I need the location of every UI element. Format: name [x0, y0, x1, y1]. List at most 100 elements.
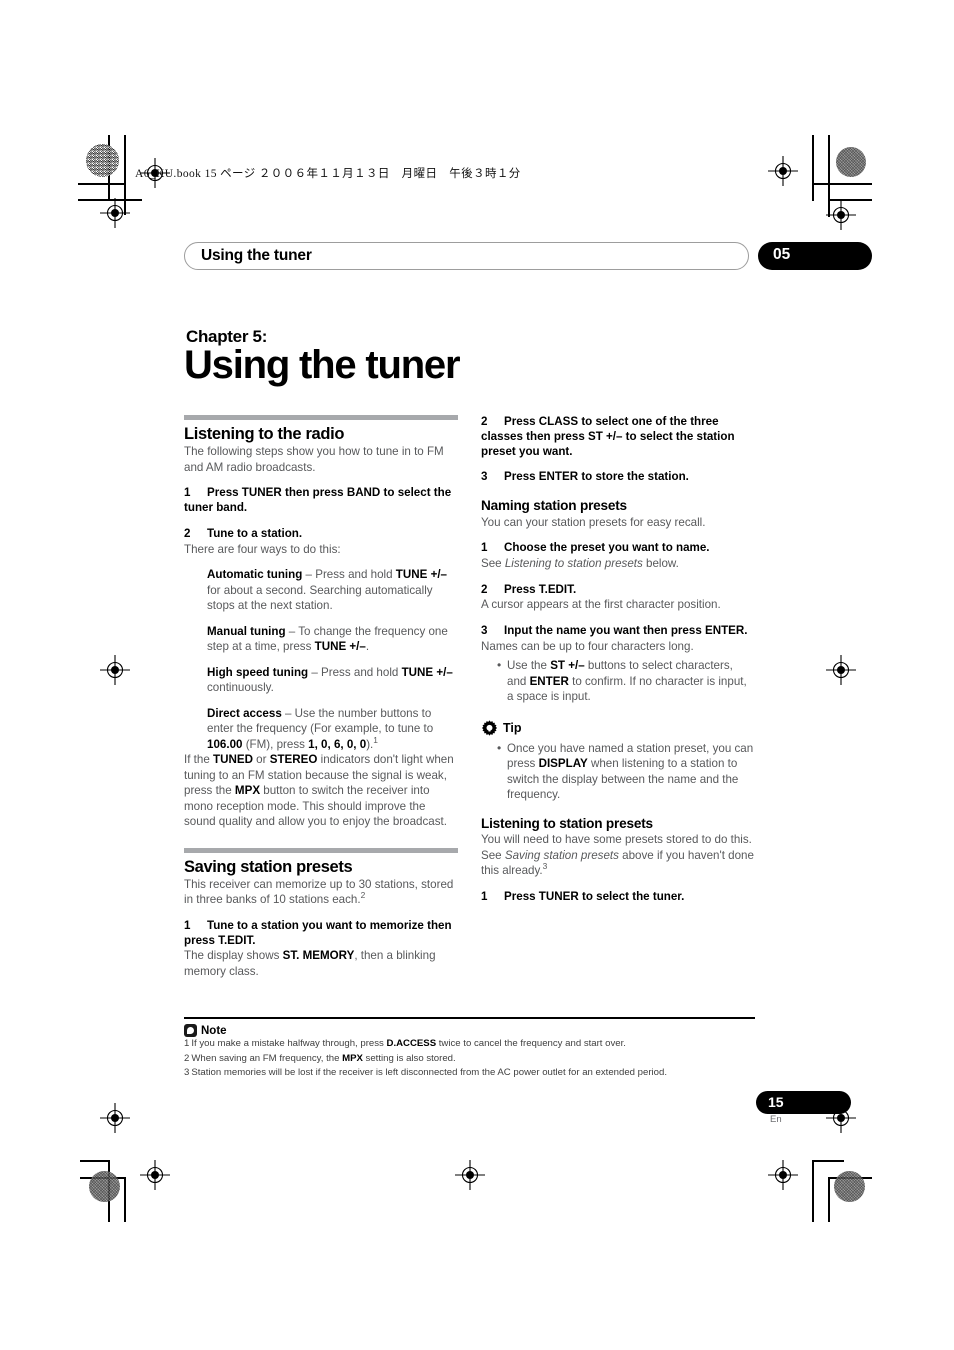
footnote-number: 2	[184, 1052, 190, 1064]
desc-text: The display shows	[184, 949, 283, 963]
step-item: 1 Tune to a station you want to memorize …	[184, 919, 458, 979]
registration-mark	[140, 1160, 170, 1190]
crop-line	[812, 1160, 844, 1162]
footnote-ref: 3	[542, 861, 548, 872]
step-head: 3 Press ENTER to store the station.	[481, 470, 755, 485]
section-rule	[184, 847, 458, 853]
method-text-post: .	[365, 640, 370, 654]
cross-reference: Saving station presets	[504, 848, 619, 862]
crop-line	[80, 1160, 110, 1162]
display-readout: ST. MEMORY	[282, 949, 355, 963]
left-column: Listening to the radio The following ste…	[184, 415, 458, 979]
bullet-text: Use the	[507, 659, 551, 673]
footnote-text: setting is also stored.	[362, 1052, 456, 1064]
step-text: Tune to a station you want to memorize t…	[184, 918, 452, 947]
halftone-dot	[89, 1171, 120, 1202]
intro-text: This receiver can memorize up to 30 stat…	[184, 877, 454, 907]
note-label: Note	[201, 1024, 227, 1037]
step-head: 2 Tune to a station.	[184, 527, 458, 542]
footnote-ref: 2	[360, 890, 366, 901]
frequency-value: 106.00	[207, 737, 243, 751]
step-item: 3 Input the name you want then press ENTE…	[481, 624, 755, 654]
note-icon	[184, 1024, 197, 1038]
registration-mark	[768, 1160, 798, 1190]
list-item: Use the ST +/– buttons to select charact…	[497, 657, 755, 705]
step-number: 1	[481, 889, 488, 903]
registration-mark	[100, 1103, 130, 1133]
desc-text: See	[481, 557, 505, 571]
registration-mark	[826, 200, 856, 230]
step-item: 2 Press CLASS to select one of the three …	[481, 415, 755, 459]
footnote-number: 3	[184, 1067, 190, 1079]
crop-line	[78, 183, 126, 185]
step-head: 1 Tune to a station you want to memorize …	[184, 919, 458, 949]
step-item: 2 Tune to a station. There are four ways …	[184, 527, 458, 557]
tuning-method-high-speed: High speed tuning – Press and hold TUNE …	[184, 665, 458, 696]
page-number: 15	[768, 1094, 784, 1110]
footnote-ref: 1	[373, 735, 378, 746]
button-enter: ENTER	[529, 674, 569, 688]
footnote-item: 2 When saving an FM frequency, the MPX se…	[184, 1052, 755, 1067]
step-head: 1 Press TUNER to select the tuner.	[481, 890, 755, 905]
registration-mark	[826, 655, 856, 685]
method-term: High speed tuning	[207, 665, 309, 679]
chapter-number-badge: 05	[758, 242, 872, 270]
naming-bullet-list: Use the ST +/– buttons to select charact…	[481, 657, 755, 705]
section-intro: This receiver can memorize up to 30 stat…	[184, 877, 458, 908]
step-text: Press TUNER to select the tuner.	[504, 889, 685, 903]
tuning-method-automatic: Automatic tuning – Press and hold TUNE +…	[184, 567, 458, 614]
tip-bullet-list: Once you have named a station preset, yo…	[481, 740, 755, 803]
mpx-paragraph: If the TUNED or STEREO indicators don't …	[184, 752, 458, 829]
cross-reference: Listening to station presets	[504, 557, 643, 571]
step-text: Input the name you want then press ENTER…	[504, 623, 748, 637]
method-term: Manual tuning	[207, 624, 286, 638]
tuning-method-direct-access: Direct access – Use the number buttons t…	[184, 706, 458, 753]
section-heading-saving-presets: Saving station presets	[184, 857, 353, 876]
page-title: Using the tuner	[184, 343, 461, 387]
step-number: 3	[481, 623, 488, 637]
button-display: DISPLAY	[538, 757, 588, 771]
page-number-badge: 15	[756, 1091, 851, 1114]
step-item: 1 Choose the preset you want to name. See…	[481, 541, 755, 571]
halftone-dot	[834, 1171, 865, 1202]
step-text: Press T.EDIT.	[504, 582, 577, 596]
step-head: 3 Input the name you want then press ENTE…	[481, 624, 755, 639]
section-heading-listening-presets: Listening to station presets	[481, 815, 653, 831]
footnote-text: twice to cancel the frequency and start …	[436, 1038, 626, 1050]
step-number: 1	[481, 541, 488, 555]
step-item: 2 Press T.EDIT. A cursor appears at the f…	[481, 583, 755, 613]
crop-line	[124, 1177, 126, 1222]
crop-line	[140, 199, 142, 201]
step-desc: There are four ways to do this:	[184, 542, 341, 556]
footnote-number: 1	[184, 1038, 190, 1050]
crop-line	[828, 1177, 830, 1222]
step-head: 1 Choose the preset you want to name.	[481, 541, 755, 556]
tip-box: Tip Once you have named a station preset…	[481, 720, 755, 803]
desc-text: below.	[642, 557, 679, 571]
method-text-pre: – Press and hold	[302, 568, 396, 582]
page-language: En	[770, 1114, 782, 1125]
step-number: 2	[481, 415, 488, 428]
running-head-pill: Using the tuner	[184, 242, 749, 270]
step-number: 1	[184, 918, 191, 932]
step-item: 1 Press TUNER to select the tuner.	[481, 890, 755, 905]
notes-section: Note 1 If you make a mistake halfway thro…	[184, 1017, 755, 1081]
registration-mark	[768, 156, 798, 186]
step-desc: Names can be up to four characters long.	[481, 639, 694, 653]
method-text-post: continuously.	[207, 681, 274, 695]
step-head: 2 Press CLASS to select one of the three …	[481, 415, 755, 459]
indicator-stereo: STEREO	[269, 753, 318, 767]
gear-icon	[481, 720, 498, 737]
button-d-access: D.ACCESS	[386, 1038, 437, 1050]
running-head-title: Using the tuner	[201, 247, 312, 264]
step-desc: The display shows ST. MEMORY, then a bli…	[184, 948, 458, 979]
mpx-text: or	[252, 753, 270, 767]
chapter-number-label: 05	[773, 246, 791, 263]
mpx-text: If the	[184, 753, 214, 767]
crop-line	[812, 183, 872, 185]
crop-line	[812, 1160, 814, 1222]
registration-mark	[100, 655, 130, 685]
step-text: Choose the preset you want to name.	[504, 541, 710, 555]
footnote-text: Station memories will be lost if the rec…	[191, 1067, 668, 1079]
step-number: 1	[184, 486, 191, 500]
